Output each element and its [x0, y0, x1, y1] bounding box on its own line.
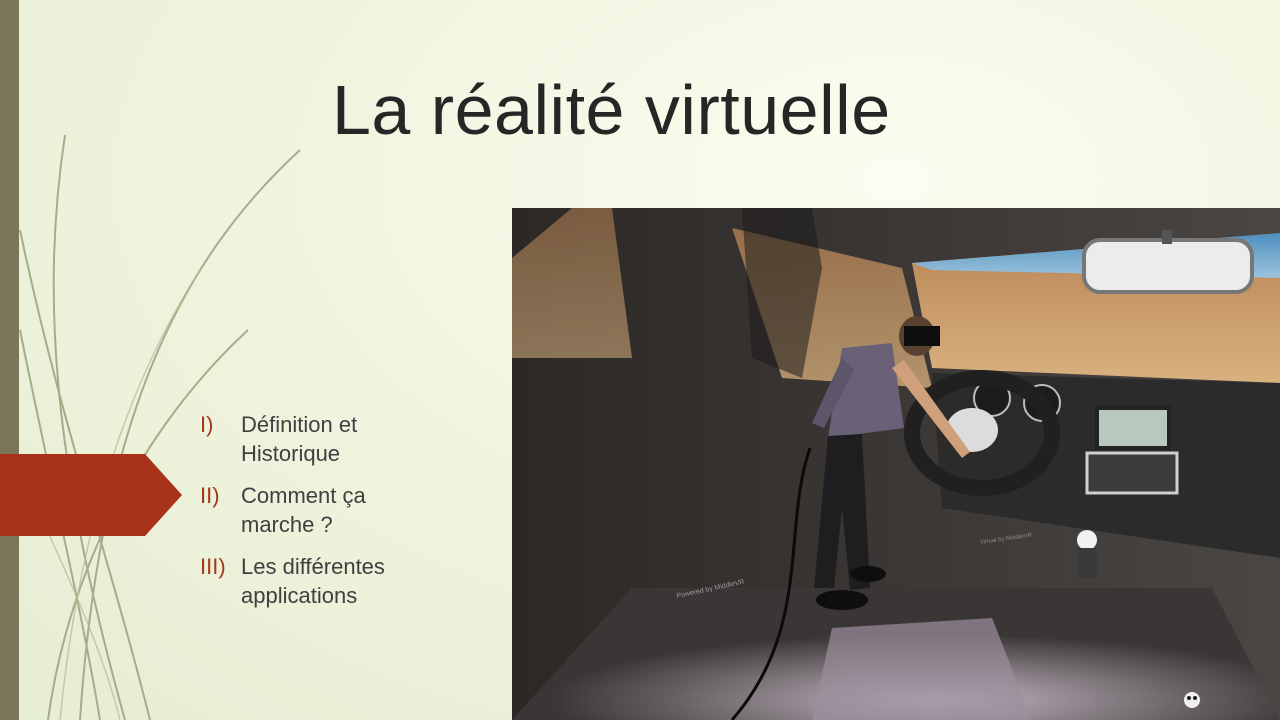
- current-section-arrow: [0, 454, 182, 536]
- agenda-item-applications: III) Les différentes applications: [200, 552, 500, 610]
- agenda-item-text: Définition et Historique: [241, 412, 358, 466]
- agenda-item-number: I): [200, 412, 214, 437]
- slide-title: La réalité virtuelle: [332, 71, 891, 149]
- agenda-item-text: Les différentes applications: [241, 554, 385, 608]
- agenda-item-number: II): [200, 483, 220, 508]
- agenda-item-text: Comment ça marche ?: [241, 483, 366, 537]
- vr-car-simulation-photo: Powered by MiddleVR Virtual by MiddleVR: [512, 208, 1280, 720]
- agenda-item-comment-ca-marche: II) Comment ça marche ?: [200, 481, 500, 539]
- agenda-item-definition: I) Définition et Historique: [200, 410, 500, 468]
- agenda-item-number: III): [200, 554, 226, 579]
- agenda-list: I) Définition et Historique II) Comment …: [200, 410, 500, 623]
- corner-logo-icon: [1184, 692, 1200, 708]
